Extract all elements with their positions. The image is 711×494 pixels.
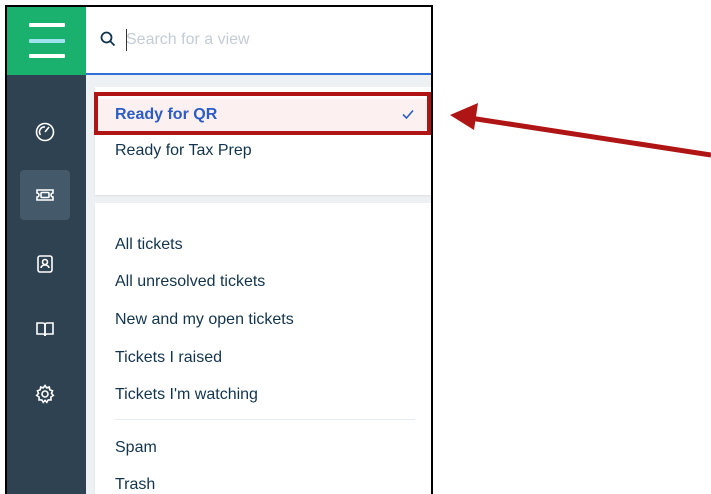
arrow-shaft	[469, 115, 711, 158]
pointer-arrow	[450, 103, 711, 158]
arrow-head	[450, 103, 478, 130]
